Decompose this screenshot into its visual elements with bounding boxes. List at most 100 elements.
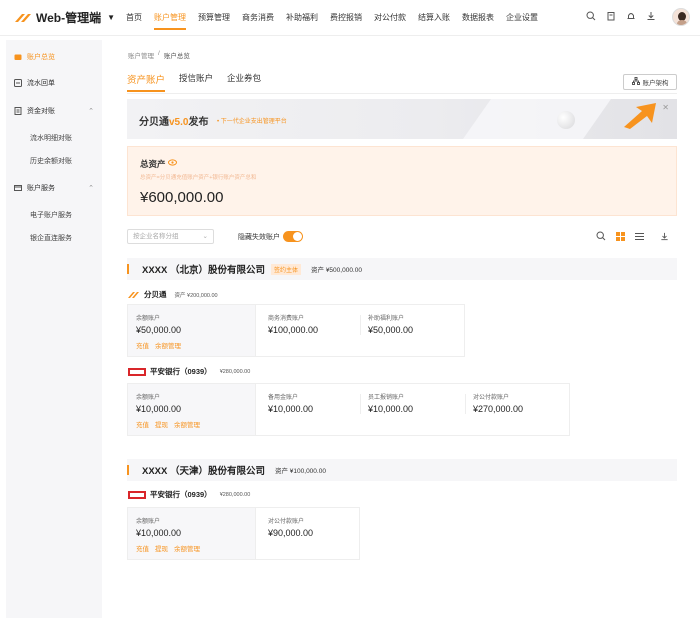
account-title: 余额账户 (136, 395, 161, 401)
card-icon (14, 184, 22, 192)
account-cell: 对公付款账户 ¥270,000.00 (465, 384, 569, 435)
total-assets-card: 总资产 总资产=分贝通充值账户资产+银行账户资产总和 ¥600,000.00 (127, 146, 677, 216)
balance-manage-link[interactable]: 余额管理 (174, 419, 200, 429)
account-cell: 余额账户 ¥10,000.00 充值 提现 余额管理 (128, 384, 256, 435)
pingan-bank-logo-icon (128, 367, 146, 376)
sidebar-item-receipts[interactable]: 流水回单 (6, 72, 102, 94)
sidebar-item-history-reconcile[interactable]: 历史余额对账 (6, 151, 102, 171)
sidebar-item-reconcile[interactable]: 资金对账 ⌃ (6, 100, 102, 122)
account-value: ¥50,000.00 (136, 325, 182, 335)
grid-view-icon[interactable] (616, 231, 625, 243)
company-name: XXXX （天津）股份有限公司 (142, 466, 265, 477)
banner-subtitle: • 下一代企业支出管理平台 (217, 119, 287, 125)
org-chart-icon (631, 77, 640, 87)
account-cell: 余额账户 ¥10,000.00 充值 提现 余额管理 (128, 508, 256, 559)
nav-item-home[interactable]: 首页 (120, 0, 148, 36)
nav-item-reports[interactable]: 数据报表 (456, 0, 500, 36)
account-title: 员工报销账户 (368, 395, 405, 401)
account-tabs: 资产账户 授信账户 企业券包 (127, 72, 261, 92)
recharge-link[interactable]: 充值 (136, 340, 149, 350)
list-view-icon[interactable] (635, 232, 644, 243)
search-icon[interactable] (585, 11, 597, 23)
sidebar-item-label: 资金对账 (27, 108, 55, 115)
company-assets: 资产 ¥500,000.00 (311, 267, 362, 274)
tab-coupon-pack[interactable]: 企业券包 (227, 72, 261, 92)
sidebar-item-label: 流水回单 (27, 80, 55, 87)
clipboard-icon[interactable] (605, 11, 617, 23)
nav-item-account[interactable]: 账户管理 (148, 0, 192, 36)
nav-item-business[interactable]: 商务消费 (236, 0, 280, 36)
account-value: ¥90,000.00 (268, 528, 314, 538)
banner-decoration (557, 111, 575, 129)
group-filter-select[interactable]: 按企业名称分组 ⌄ (127, 229, 214, 244)
tab-asset-account[interactable]: 资产账户 (127, 72, 166, 92)
account-card: 余额账户 ¥10,000.00 充值 提现 余额管理 备用金账户 ¥10,000… (127, 383, 570, 436)
nav-item-budget[interactable]: 预算管理 (192, 0, 236, 36)
withdraw-link[interactable]: 提现 (155, 543, 168, 553)
eye-icon[interactable] (168, 159, 177, 168)
sidebar-item-account-service[interactable]: 账户服务 ⌃ (6, 177, 102, 199)
chevron-up-icon: ⌃ (88, 108, 94, 115)
company-header: XXXX （天津）股份有限公司 资产 ¥100,000.00 (127, 459, 677, 481)
fenbei-logo-icon (15, 13, 31, 22)
account-value: ¥270,000.00 (473, 404, 524, 414)
sidebar-item-overview[interactable]: 账户总览 (6, 46, 102, 68)
company-header: XXXX （北京）股份有限公司 签约主体 资产 ¥500,000.00 (127, 258, 677, 280)
app-logo[interactable]: Web-管理端 ▼ (14, 9, 115, 26)
nav-item-payment[interactable]: 对公付款 (368, 0, 412, 36)
avatar[interactable] (672, 8, 690, 26)
download-icon[interactable] (660, 232, 669, 243)
banner-decoration (455, 99, 619, 139)
nav-item-settlement[interactable]: 结算入账 (412, 0, 456, 36)
account-value: ¥10,000.00 (136, 404, 182, 414)
breadcrumb-current: 账户总览 (163, 53, 190, 60)
account-cell: 员工报销账户 ¥10,000.00 (360, 384, 464, 435)
divider (360, 394, 361, 414)
provider-name: 平安银行（0939） (150, 490, 212, 499)
provider-name: 平安银行（0939） (150, 367, 212, 376)
bell-icon[interactable] (625, 11, 637, 23)
close-icon[interactable]: ✕ (662, 103, 669, 112)
account-title: 余额账户 (136, 316, 161, 322)
search-icon[interactable] (596, 231, 606, 243)
account-architecture-button[interactable]: 账户架构 (623, 74, 677, 90)
tab-credit-account[interactable]: 授信账户 (179, 72, 213, 92)
breadcrumb-parent[interactable]: 账户管理 (128, 50, 154, 60)
provider-header: 平安银行（0939） ¥280,000.00 (128, 366, 250, 377)
provider-header: 平安银行（0939） ¥280,000.00 (128, 489, 250, 500)
sidebar: 账户总览 流水回单 资金对账 ⌃ 流水明细对账 历史余额对账 账户服务 ⌃ 电子… (6, 40, 102, 618)
sidebar-item-bank-direct[interactable]: 银企直连服务 (6, 228, 102, 248)
divider (360, 315, 361, 335)
sidebar-item-label: 账户服务 (27, 185, 55, 192)
company-accent-bar (127, 465, 129, 475)
release-banner[interactable]: 分贝通v5.0发布 • 下一代企业支出管理平台 ✕ (127, 99, 677, 139)
sidebar-item-flow-reconcile[interactable]: 流水明细对账 (6, 128, 102, 148)
account-value: ¥10,000.00 (368, 404, 414, 414)
recharge-link[interactable]: 充值 (136, 419, 149, 429)
total-assets-label: 总资产 (140, 159, 166, 169)
download-icon[interactable] (645, 11, 657, 23)
company-assets: 资产 ¥100,000.00 (275, 468, 326, 475)
sidebar-item-e-account[interactable]: 电子账户服务 (6, 205, 102, 225)
account-title: 补助福利账户 (368, 316, 405, 322)
balance-manage-link[interactable]: 余额管理 (174, 543, 200, 553)
account-title: 备用金账户 (268, 395, 299, 401)
tabs-divider (127, 93, 677, 94)
balance-manage-link[interactable]: 余额管理 (155, 340, 181, 350)
chevron-up-icon: ⌃ (88, 185, 94, 192)
nav-item-settings[interactable]: 企业设置 (500, 0, 544, 36)
nav-item-welfare[interactable]: 补助福利 (280, 0, 324, 36)
recharge-link[interactable]: 充值 (136, 543, 149, 553)
withdraw-link[interactable]: 提现 (155, 419, 168, 429)
wallet-icon (14, 53, 22, 61)
fenbei-logo-icon (128, 291, 139, 298)
account-card: 余额账户 ¥50,000.00 充值 余额管理 商务消费账户 ¥100,000.… (127, 304, 465, 357)
chevron-down-icon: ▼ (107, 13, 116, 22)
hide-invalid-toggle[interactable] (283, 231, 303, 242)
breadcrumb-separator: / (158, 50, 160, 57)
company-accent-bar (127, 264, 129, 274)
provider-asset: ¥280,000.00 (219, 491, 251, 498)
account-cell: 补助福利账户 ¥50,000.00 (360, 305, 464, 356)
total-assets-amount: ¥600,000.00 (140, 189, 224, 206)
nav-item-expense[interactable]: 费控报销 (324, 0, 368, 36)
